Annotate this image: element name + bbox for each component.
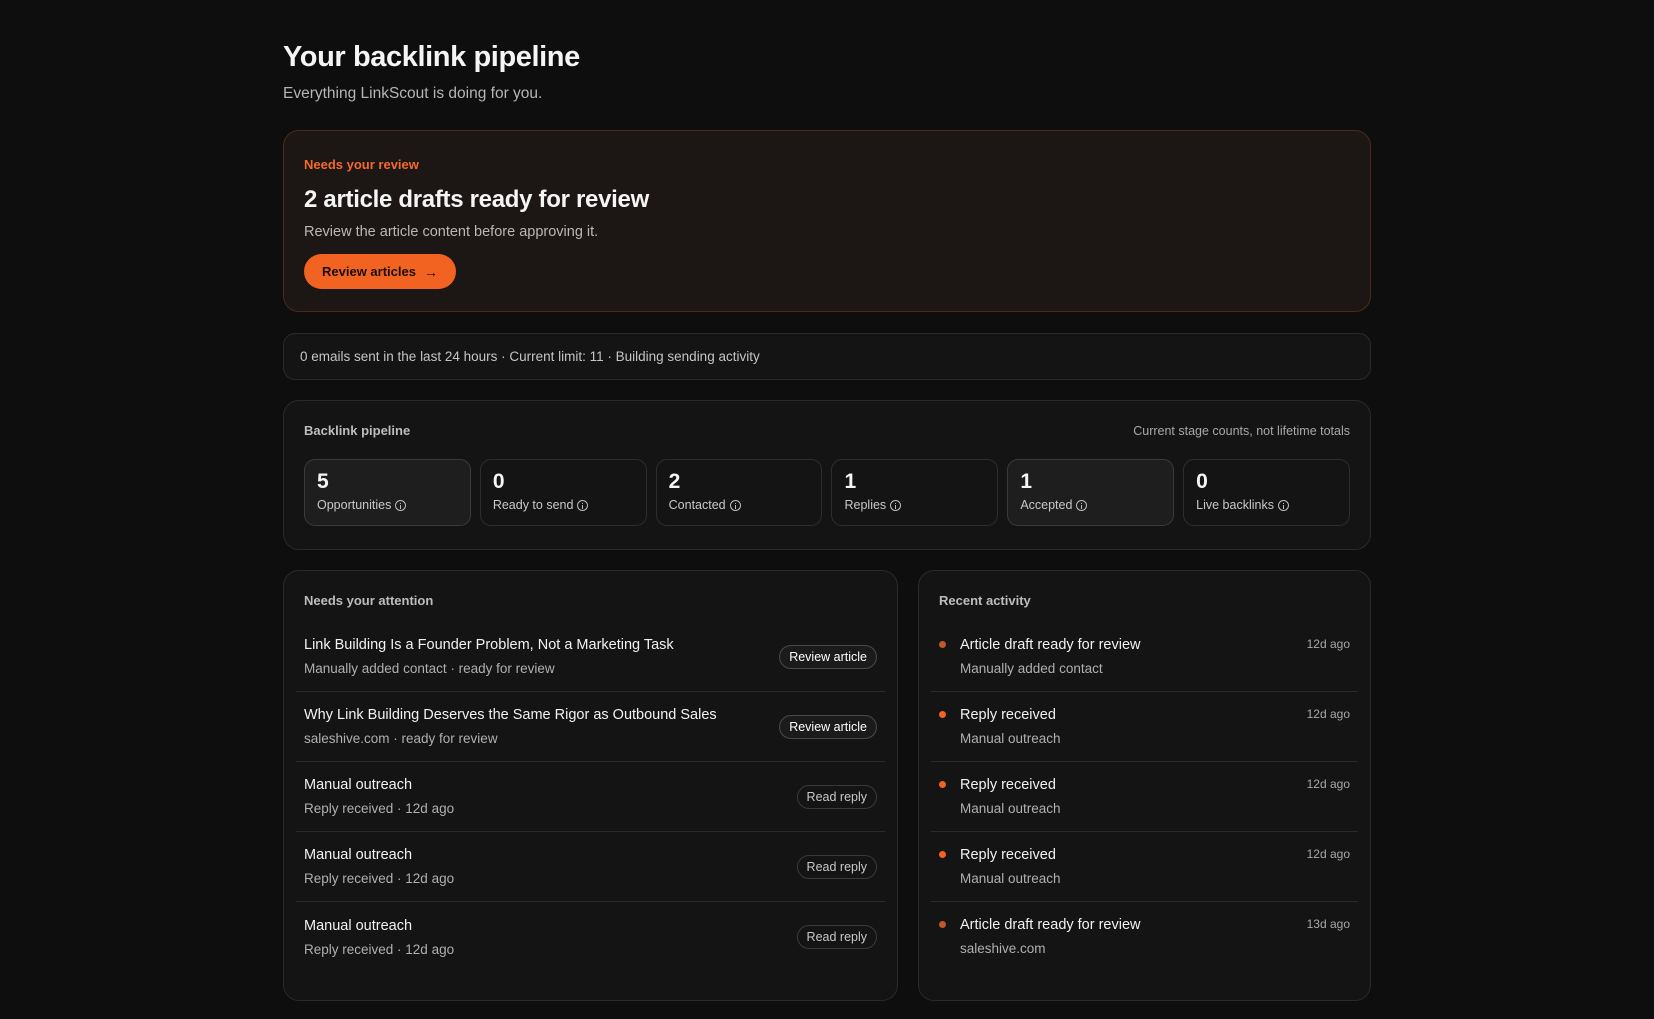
activity-item-title: Article draft ready for review <box>960 917 1141 933</box>
activity-item[interactable]: Reply received Manual outreach 12d ago <box>931 762 1358 832</box>
read-reply-button[interactable]: Read reply <box>796 784 877 809</box>
page-title: Your backlink pipeline <box>283 41 580 73</box>
attention-item[interactable]: Manual outreach Reply received · 12d ago… <box>296 762 885 832</box>
attention-item-subtitle: Reply received · 12d ago <box>304 801 455 816</box>
stage-count: 2 <box>668 470 681 493</box>
dashboard: Your backlink pipeline Everything LinkSc… <box>283 0 1371 1001</box>
activity-item-subtitle: Manually added contact <box>960 661 1103 676</box>
activity-item[interactable]: Reply received Manual outreach 12d ago <box>931 832 1358 902</box>
stage-contacted[interactable]: 2 Contacted <box>655 459 823 526</box>
stage-label: Contacted <box>668 498 726 512</box>
attention-item-title: Why Link Building Deserves the Same Rigo… <box>304 707 717 723</box>
stage-ready-to-send[interactable]: 0 Ready to send <box>479 459 647 526</box>
activity-item[interactable]: Reply received Manual outreach 12d ago <box>931 692 1358 762</box>
attention-label: Needs your attention <box>304 593 434 608</box>
review-articles-label: Review articles <box>322 264 416 279</box>
stage-label: Replies <box>844 498 887 512</box>
review-eyebrow: Needs your review <box>304 157 419 172</box>
arrow-right-icon: → <box>423 263 438 280</box>
review-title: 2 article drafts ready for review <box>304 186 649 213</box>
activity-panel: Recent activity Article draft ready for … <box>918 570 1371 1001</box>
attention-item-subtitle: saleshive.com · ready for review <box>304 731 498 746</box>
stage-count: 0 <box>492 470 505 493</box>
attention-item-subtitle: Reply received · 12d ago <box>304 871 455 886</box>
activity-list: Article draft ready for review Manually … <box>931 622 1358 972</box>
status-dot-icon <box>939 851 946 858</box>
attention-panel: Needs your attention Link Building Is a … <box>283 570 898 1001</box>
status-dot-icon <box>939 641 946 648</box>
stage-count: 1 <box>844 470 857 493</box>
review-banner: Needs your review 2 article drafts ready… <box>283 130 1371 312</box>
attention-item-title: Manual outreach <box>304 917 413 934</box>
stage-replies[interactable]: 1 Replies <box>831 459 999 526</box>
stage-label: Accepted <box>1020 498 1073 512</box>
review-articles-button[interactable]: Review articles → <box>304 254 456 289</box>
activity-label: Recent activity <box>939 593 1031 608</box>
pipeline-note: Current stage counts, not lifetime total… <box>1133 423 1350 438</box>
activity-item-time: 12d ago <box>1306 847 1350 861</box>
pipeline-label: Backlink pipeline <box>304 423 411 438</box>
activity-item-subtitle: saleshive.com <box>960 941 1046 956</box>
attention-item[interactable]: Why Link Building Deserves the Same Rigo… <box>296 692 885 762</box>
activity-item[interactable]: Article draft ready for review Manually … <box>931 622 1358 692</box>
stage-live-backlinks[interactable]: 0 Live backlinks <box>1183 459 1350 526</box>
activity-item-title: Reply received <box>960 707 1056 723</box>
activity-item-time: 12d ago <box>1306 637 1350 651</box>
activity-item-title: Reply received <box>960 847 1056 863</box>
activity-item-time: 12d ago <box>1306 777 1350 791</box>
stage-count: 5 <box>317 470 329 493</box>
activity-item-title: Article draft ready for review <box>960 637 1141 653</box>
review-description: Review the article content before approv… <box>304 224 599 240</box>
stage-count: 1 <box>1020 470 1032 493</box>
review-article-button[interactable]: Review article <box>779 644 877 669</box>
read-reply-button[interactable]: Read reply <box>796 925 877 949</box>
stage-label: Opportunities <box>317 498 392 512</box>
attention-item-title: Manual outreach <box>304 777 413 793</box>
attention-item-subtitle: Manually added contact · ready for revie… <box>304 661 555 676</box>
status-dot-icon <box>939 921 946 928</box>
pipeline-card: Backlink pipeline Current stage counts, … <box>283 400 1371 550</box>
info-icon[interactable] <box>1076 499 1088 511</box>
activity-item-subtitle: Manual outreach <box>960 871 1061 886</box>
activity-item-time: 12d ago <box>1306 707 1350 721</box>
read-reply-button[interactable]: Read reply <box>796 854 877 879</box>
info-icon[interactable] <box>890 499 902 511</box>
stage-label: Ready to send <box>492 498 574 512</box>
stage-opportunities[interactable]: 5 Opportunities <box>304 459 471 526</box>
page-subtitle: Everything LinkScout is doing for you. <box>283 85 543 102</box>
status-dot-icon <box>939 781 946 788</box>
attention-list: Link Building Is a Founder Problem, Not … <box>296 622 885 972</box>
attention-item-title: Manual outreach <box>304 847 413 863</box>
status-dot-icon <box>939 711 946 718</box>
activity-item-subtitle: Manual outreach <box>960 801 1061 816</box>
activity-item-subtitle: Manual outreach <box>960 731 1061 746</box>
info-icon[interactable] <box>729 499 741 511</box>
info-icon[interactable] <box>577 499 589 511</box>
attention-item-title: Link Building Is a Founder Problem, Not … <box>304 637 674 653</box>
activity-item[interactable]: Article draft ready for review saleshive… <box>931 902 1358 972</box>
stage-accepted[interactable]: 1 Accepted <box>1007 459 1175 526</box>
info-icon[interactable] <box>1277 499 1289 511</box>
attention-item[interactable]: Link Building Is a Founder Problem, Not … <box>296 622 885 692</box>
email-status-text: 0 emails sent in the last 24 hours · Cur… <box>300 349 760 364</box>
activity-item-title: Reply received <box>960 777 1056 793</box>
pipeline-stages: 5 Opportunities 0 Ready to send 2 Contac… <box>304 459 1350 526</box>
attention-item[interactable]: Manual outreach Reply received · 12d ago… <box>296 902 885 972</box>
info-icon[interactable] <box>395 499 407 511</box>
activity-item-time: 13d ago <box>1306 917 1350 931</box>
review-article-button[interactable]: Review article <box>779 714 877 739</box>
attention-item[interactable]: Manual outreach Reply received · 12d ago… <box>296 832 885 902</box>
stage-label: Live backlinks <box>1196 498 1274 512</box>
email-status-bar: 0 emails sent in the last 24 hours · Cur… <box>283 333 1371 380</box>
stage-count: 0 <box>1196 470 1208 493</box>
attention-item-subtitle: Reply received · 12d ago <box>304 941 455 957</box>
